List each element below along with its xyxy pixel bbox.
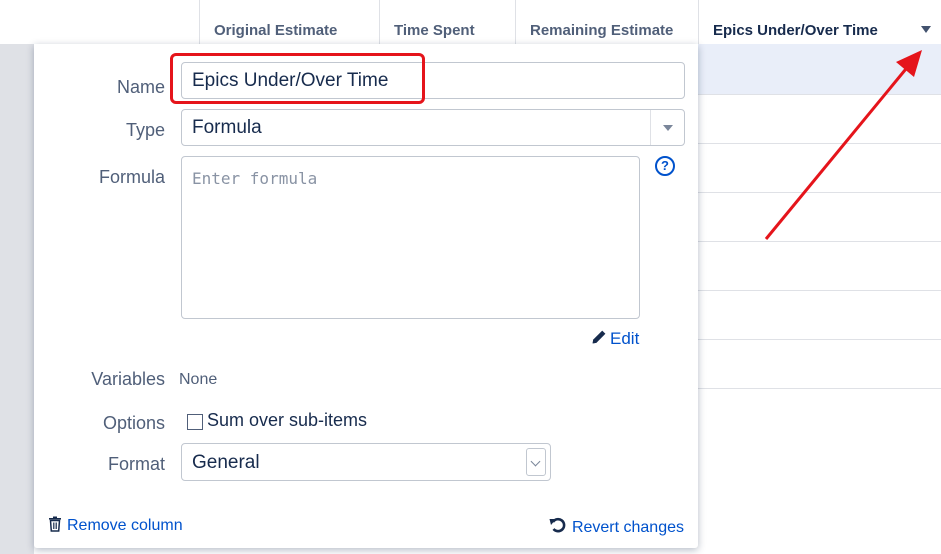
type-select[interactable]: Formula: [181, 109, 685, 146]
formula-textarea[interactable]: Enter formula: [181, 156, 640, 319]
row-divider: [0, 437, 34, 438]
type-select-value: Formula: [192, 117, 262, 138]
grid-header: Original Estimate Time Spent Remaining E…: [0, 0, 941, 45]
trash-icon: [49, 516, 61, 532]
revert-changes-label: Revert changes: [571, 519, 684, 536]
question-circle-icon[interactable]: ?: [655, 156, 675, 176]
format-select-value: General: [192, 452, 260, 473]
remove-column-label: Remove column: [67, 517, 183, 534]
row-gutter: [0, 44, 34, 554]
sum-over-subitems-label[interactable]: Sum over sub-items: [207, 410, 367, 431]
row-divider: [0, 486, 34, 487]
format-label: Format: [107, 454, 165, 474]
pencil-icon: [592, 330, 606, 344]
variables-value: None: [179, 371, 218, 388]
formula-placeholder: Enter formula: [192, 169, 318, 188]
column-header-original-estimate[interactable]: Original Estimate: [199, 0, 379, 44]
formula-label: Formula: [98, 167, 165, 187]
variables-label: Variables: [91, 369, 165, 389]
column-header-label: Epics Under/Over Time: [713, 22, 878, 39]
options-label: Options: [102, 413, 165, 433]
edit-label: Edit: [610, 329, 640, 348]
chevron-down-icon[interactable]: [526, 448, 546, 476]
dropdown-arrow-icon[interactable]: [650, 110, 684, 145]
column-header-remaining-estimate[interactable]: Remaining Estimate: [515, 0, 698, 44]
sum-over-subitems-checkbox[interactable]: [187, 414, 203, 430]
edit-formula-link[interactable]: Edit: [590, 329, 639, 349]
remove-column-link[interactable]: Remove column: [48, 516, 183, 535]
revert-changes-link[interactable]: Revert changes: [549, 516, 684, 537]
caret-down-icon[interactable]: [921, 26, 931, 33]
type-label: Type: [125, 120, 165, 140]
format-select[interactable]: General: [181, 443, 551, 481]
highlight-box: [170, 53, 425, 104]
column-edit-dialog: Name Epics Under/Over Time Type Formula …: [34, 44, 698, 548]
name-label: Name: [116, 77, 165, 97]
column-header-time-spent[interactable]: Time Spent: [379, 0, 515, 44]
column-header-epics-under-over-time[interactable]: Epics Under/Over Time: [698, 0, 941, 44]
undo-icon: [549, 517, 566, 533]
